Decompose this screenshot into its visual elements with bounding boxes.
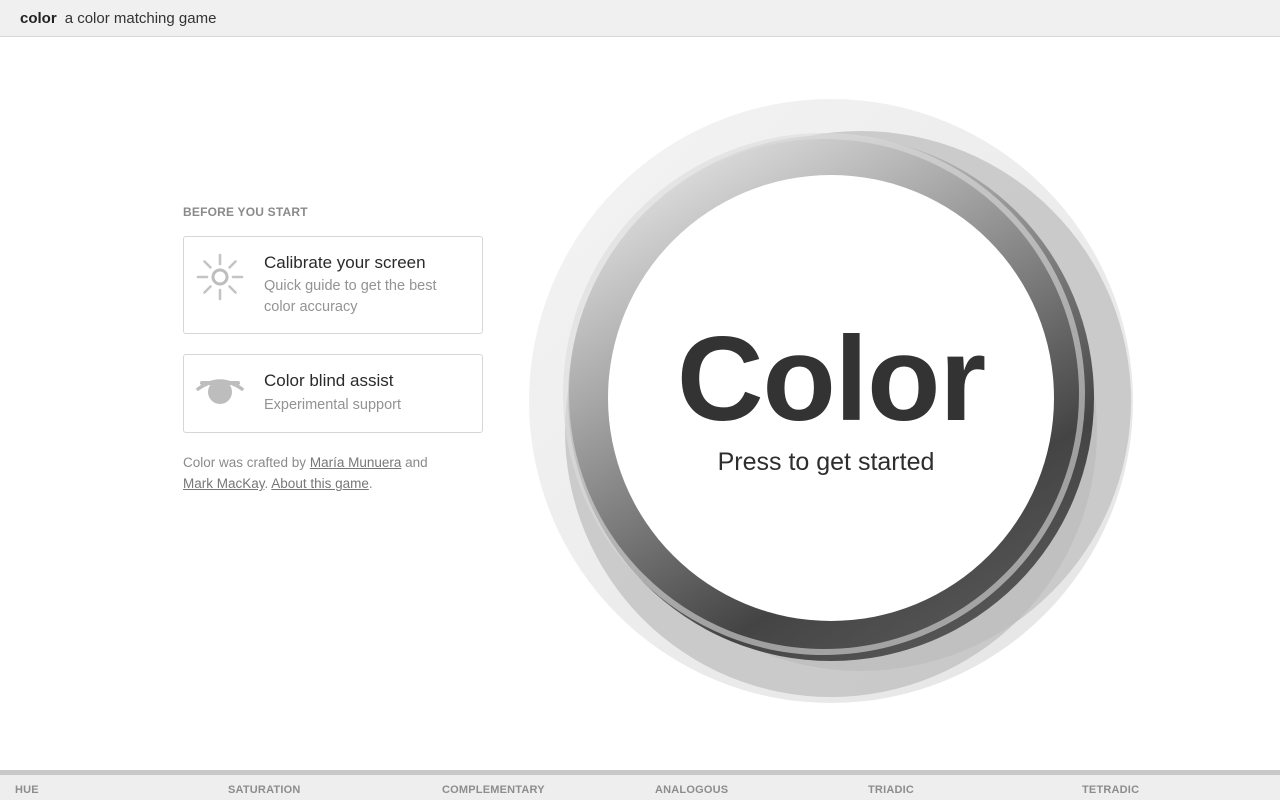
sun-icon xyxy=(196,253,244,301)
author-mark-link[interactable]: Mark MacKay xyxy=(183,476,265,491)
credits-and: and xyxy=(405,455,428,470)
tab-saturation[interactable]: SATURATION xyxy=(228,784,300,796)
start-subtitle: Press to get started xyxy=(717,448,935,476)
tab-triadic[interactable]: TRIADIC xyxy=(868,784,914,796)
app-tagline: a color matching game xyxy=(64,9,217,27)
tab-analogous[interactable]: ANALOGOUS xyxy=(655,784,728,796)
assist-title: Color blind assist xyxy=(264,371,394,390)
about-game-link[interactable]: About this game xyxy=(271,476,369,491)
credits-text: Color was crafted by María Munuera and M… xyxy=(183,452,483,494)
mode-tabs-bar: HUE SATURATION COMPLEMENTARY ANALOGOUS T… xyxy=(0,770,1280,800)
tab-tetradic[interactable]: TETRADIC xyxy=(1082,784,1139,796)
assist-subtitle: Experimental support xyxy=(264,397,402,413)
calibrate-subtitle: Quick guide to get the best color accura… xyxy=(264,278,437,315)
eye-icon xyxy=(196,369,244,417)
start-game-button[interactable]: Color Press to get started xyxy=(528,98,1134,704)
tab-complementary[interactable]: COMPLEMENTARY xyxy=(442,784,545,796)
author-maria-link[interactable]: María Munuera xyxy=(310,455,402,470)
color-blind-assist-card[interactable]: Color blind assist Experimental support xyxy=(183,354,483,433)
start-title: Color xyxy=(676,312,986,446)
app-brand[interactable]: color xyxy=(20,10,57,27)
top-bar: color a color matching game xyxy=(0,0,1280,37)
tab-hue[interactable]: HUE xyxy=(15,784,39,796)
calibrate-title: Calibrate your screen xyxy=(264,253,426,272)
credits-end: . xyxy=(368,476,373,491)
before-you-start-label: BEFORE YOU START xyxy=(183,205,308,219)
credits-prefix: Color was crafted by xyxy=(183,455,307,470)
credits-sep: . xyxy=(264,476,269,491)
calibrate-screen-card[interactable]: Calibrate your screen Quick guide to get… xyxy=(183,236,483,334)
